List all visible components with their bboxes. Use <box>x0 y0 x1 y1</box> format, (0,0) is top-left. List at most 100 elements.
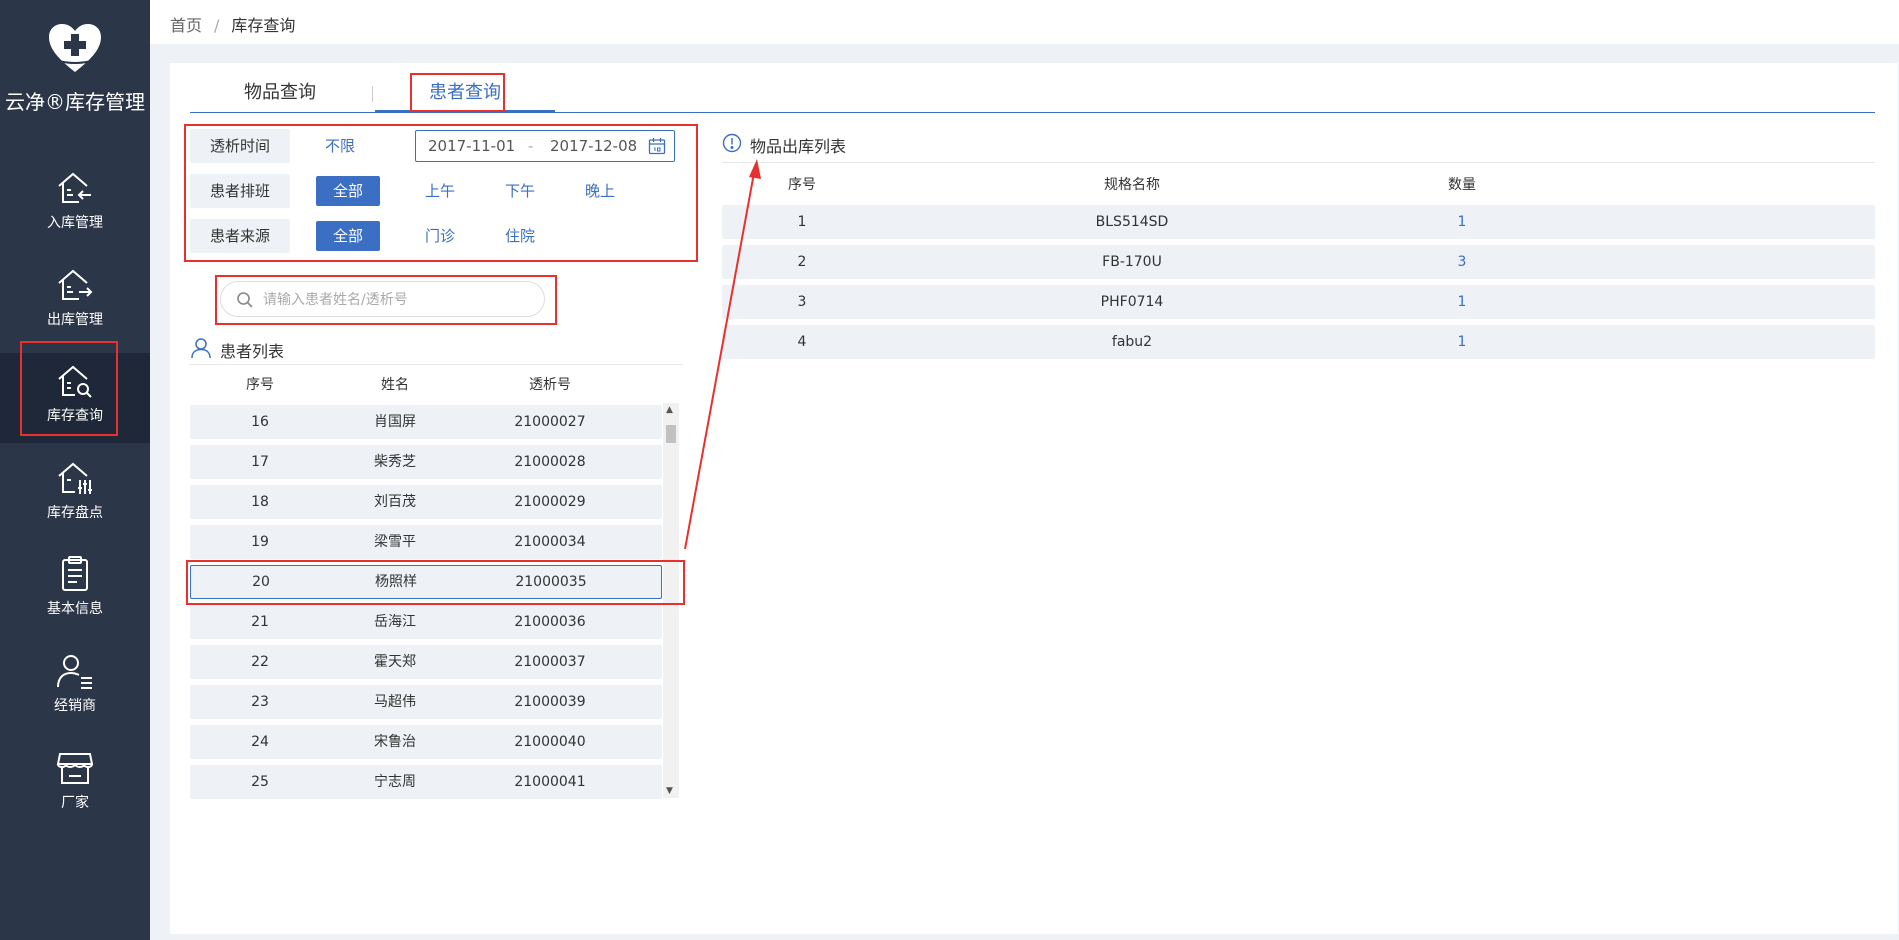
tab-divider <box>372 86 373 102</box>
filter-option-all[interactable]: 全部 <box>316 221 380 251</box>
calendar-icon <box>648 138 666 155</box>
column-header: 数量 <box>1448 177 1476 193</box>
filter-option-evening[interactable]: 晚上 <box>570 176 630 206</box>
filter-option-all[interactable]: 全部 <box>316 176 380 206</box>
user-list-icon <box>57 655 92 689</box>
cell-dialysis-id: 21000027 <box>514 414 586 430</box>
filter-option-inpatient[interactable]: 住院 <box>490 221 550 251</box>
patient-row[interactable]: 23 马超伟 21000039 <box>190 685 662 719</box>
patient-row[interactable]: 19 梁雪平 21000034 <box>190 525 662 559</box>
patient-row[interactable]: 22 霍天郑 21000037 <box>190 645 662 679</box>
cell-dialysis-id: 21000036 <box>514 614 586 630</box>
stock-in-icon <box>58 172 91 203</box>
column-header: 透析号 <box>529 377 571 393</box>
cell-spec: FB-170U <box>1102 254 1162 270</box>
tab-item-query[interactable]: 物品查询 <box>190 73 370 113</box>
cell-dialysis-id: 21000034 <box>514 534 586 550</box>
sidebar-item-manufacturer[interactable]: 厂家 <box>0 740 150 830</box>
app-logo: 云净®库存管理 <box>0 22 150 115</box>
cell-no: 1 <box>797 214 807 230</box>
filter-option-afternoon[interactable]: 下午 <box>490 176 550 206</box>
cell-no: 17 <box>251 454 269 470</box>
cell-name: 梁雪平 <box>374 534 416 550</box>
patient-list-title: 患者列表 <box>220 342 285 361</box>
cell-spec: BLS514SD <box>1095 214 1169 230</box>
sidebar: 云净®库存管理 入库管理 出库管理 库存查询 库存盘点 基本信息 经销商 厂家 <box>0 0 150 940</box>
patient-row[interactable]: 21 岳海江 21000036 <box>190 605 662 639</box>
column-header: 姓名 <box>381 377 409 393</box>
top-bar: 首页 / 库存查询 <box>150 0 1899 44</box>
outbound-table-header: 序号 规格名称 数量 <box>722 167 1875 203</box>
info-icon <box>722 133 742 153</box>
cell-name: 霍天郑 <box>374 654 416 670</box>
cell-spec: fabu2 <box>1111 334 1153 350</box>
sidebar-item-label: 经销商 <box>54 698 96 714</box>
breadcrumb-home[interactable]: 首页 <box>170 16 202 35</box>
filter-source: 患者来源 全部 门诊 住院 <box>190 219 690 253</box>
cell-dialysis-id: 21000029 <box>514 494 586 510</box>
sidebar-item-stock-search[interactable]: 库存查询 <box>0 353 150 443</box>
filter-dialysis-time: 透析时间 不限 2017-11-01 - 2017-12-08 <box>190 129 690 163</box>
patient-row[interactable]: 17 柴秀芝 21000028 <box>190 445 662 479</box>
cell-dialysis-id: 21000037 <box>514 654 586 670</box>
main-panel: 物品查询 患者查询 透析时间 不限 2017-11-01 - 2017-12-0… <box>170 63 1898 934</box>
cell-dialysis-id: 21000041 <box>514 774 586 790</box>
sidebar-item-label: 基本信息 <box>47 601 103 617</box>
cell-no: 4 <box>797 334 807 350</box>
cell-no: 3 <box>797 294 807 310</box>
scroll-thumb[interactable] <box>666 425 676 443</box>
cell-name: 宁志周 <box>374 774 416 790</box>
filter-label: 患者排班 <box>190 174 290 208</box>
cell-no: 21 <box>251 614 269 630</box>
filter-label: 患者来源 <box>190 219 290 253</box>
patient-search-box[interactable] <box>220 281 545 317</box>
cell-no: 25 <box>251 774 269 790</box>
patient-row[interactable]: 24 宋鲁治 21000040 <box>190 725 662 759</box>
cell-no: 23 <box>251 694 269 710</box>
patient-row[interactable]: 16 肖国屏 21000027 <box>190 405 662 439</box>
filter-option-outpatient[interactable]: 门诊 <box>410 221 470 251</box>
tab-patient-query[interactable]: 患者查询 <box>375 73 555 113</box>
sidebar-item-basic-info[interactable]: 基本信息 <box>0 546 150 636</box>
sidebar-item-stock-check[interactable]: 库存盘点 <box>0 450 150 540</box>
patient-table-header: 序号 姓名 透析号 <box>190 367 662 403</box>
scroll-up-icon[interactable]: ▲ <box>666 405 673 415</box>
breadcrumb-current: 库存查询 <box>231 16 296 35</box>
date-end: 2017-12-08 <box>550 137 638 155</box>
patient-row[interactable]: 20 杨照样 21000035 <box>190 565 662 599</box>
cell-name: 岳海江 <box>374 614 416 630</box>
cell-name: 肖国屏 <box>374 414 416 430</box>
sidebar-item-label: 库存查询 <box>47 408 103 424</box>
filter-label: 透析时间 <box>190 129 290 163</box>
stock-check-icon <box>58 462 92 494</box>
cell-dialysis-id: 21000035 <box>515 574 587 590</box>
patient-row[interactable]: 25 宁志周 21000041 <box>190 765 662 799</box>
sidebar-item-dealer[interactable]: 经销商 <box>0 643 150 733</box>
patient-search-input[interactable] <box>263 289 533 311</box>
scroll-down-icon[interactable]: ▼ <box>666 786 673 796</box>
stock-search-icon <box>58 365 92 398</box>
outbound-row[interactable]: 1 BLS514SD 1 <box>722 205 1875 239</box>
cell-qty: 1 <box>1457 294 1467 310</box>
breadcrumb: 首页 / 库存查询 <box>170 12 295 36</box>
cell-no: 20 <box>252 574 270 590</box>
breadcrumb-separator: / <box>214 16 220 35</box>
outbound-row[interactable]: 2 FB-170U 3 <box>722 245 1875 279</box>
outbound-row[interactable]: 3 PHF0714 1 <box>722 285 1875 319</box>
sidebar-item-label: 厂家 <box>61 795 89 811</box>
date-separator: - <box>528 137 534 155</box>
filter-option-unlimited[interactable]: 不限 <box>305 131 375 161</box>
patient-list-scrollbar[interactable]: ▲ ▼ <box>663 403 679 798</box>
cell-spec: PHF0714 <box>1100 294 1164 310</box>
filter-option-morning[interactable]: 上午 <box>410 176 470 206</box>
sidebar-item-stock-in[interactable]: 入库管理 <box>0 160 150 250</box>
date-range-picker[interactable]: 2017-11-01 - 2017-12-08 <box>415 130 675 162</box>
cell-no: 24 <box>251 734 269 750</box>
stock-out-icon <box>58 269 93 300</box>
outbound-row[interactable]: 4 fabu2 1 <box>722 325 1875 359</box>
cell-dialysis-id: 21000039 <box>514 694 586 710</box>
user-icon <box>191 338 211 359</box>
cell-dialysis-id: 21000028 <box>514 454 586 470</box>
sidebar-item-stock-out[interactable]: 出库管理 <box>0 257 150 347</box>
patient-row[interactable]: 18 刘百茂 21000029 <box>190 485 662 519</box>
